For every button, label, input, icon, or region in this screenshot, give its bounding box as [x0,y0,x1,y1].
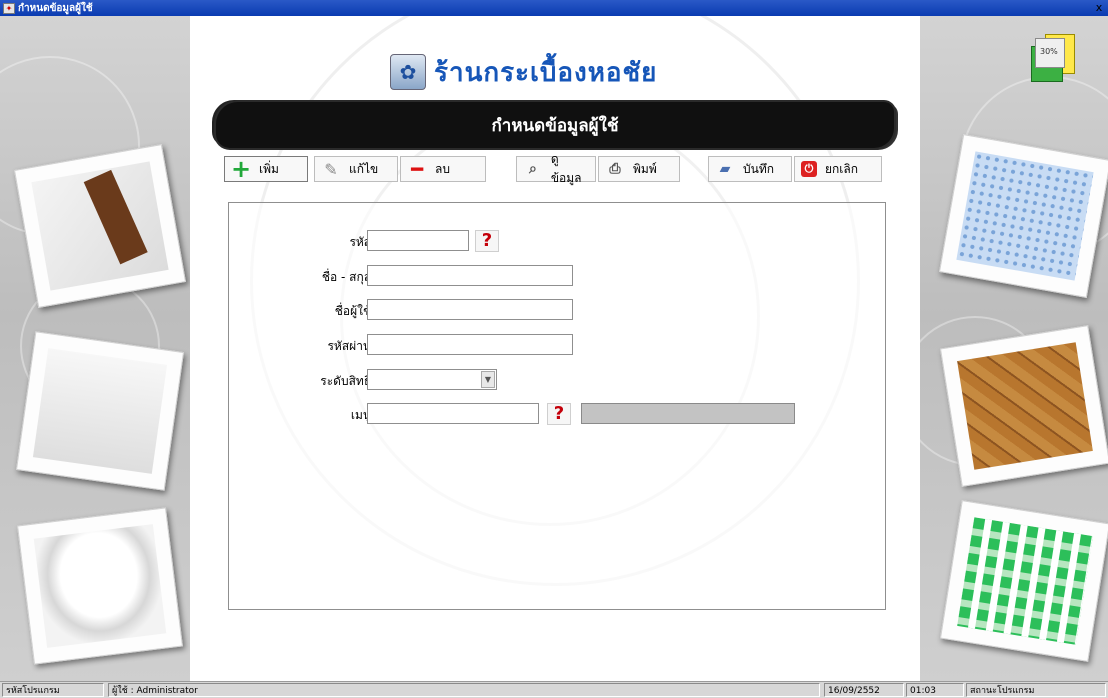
edit-button[interactable]: ✎ แก้ไข [314,156,398,182]
status-time: 01:03 [906,683,964,697]
level-select[interactable]: ▼ [367,369,497,390]
plus-icon: + [230,155,252,183]
password-input[interactable] [367,334,573,355]
toilet-photo [15,331,185,491]
doc-card: 30% [1035,38,1065,68]
main-content: ✿ ร้านกระเบื้องหอชัย กำหนดข้อมูลผู้ใช้ +… [190,16,920,681]
code-row: รหัส : ? [229,230,869,252]
blue-tile-photo [938,134,1108,298]
save-button[interactable]: ▰ บันทึก [708,156,792,182]
status-date: 16/09/2552 [824,683,904,697]
print-button[interactable]: ⎙ พิมพ์ [598,156,680,182]
left-decor-panel [0,16,190,681]
password-row: รหัสผ่าน : [229,334,869,356]
menu-input[interactable] [367,403,539,424]
delete-label: ลบ [435,161,450,176]
edit-label: แก้ไข [349,161,379,176]
view-label: ดูข้อมูล [550,152,582,185]
power-icon: ⏻ [801,161,817,177]
sink-photo [13,144,187,308]
status-program-state: สถานะโปรแกรม [966,683,1106,697]
title-bar: ✦ กำหนดข้อมูลผู้ใช้ x [0,0,1108,16]
app-icon: ✦ [3,2,15,14]
status-user: ผู้ใช้ : Administrator [108,683,820,697]
green-tile-photo [939,500,1108,662]
printer-icon: ⎙ [609,161,621,177]
add-button[interactable]: + เพิ่ม [224,155,308,183]
brand-name: ร้านกระเบื้องหอชัย [434,57,658,88]
username-input[interactable] [367,299,573,320]
fullname-input[interactable] [367,265,573,286]
wood-tile-photo [939,325,1108,487]
cancel-button[interactable]: ⏻ ยกเลิก [794,156,882,182]
close-button[interactable]: x [1093,2,1105,14]
status-program-code: รหัสโปรแกรม [2,683,104,697]
toolbar: + เพิ่ม ✎ แก้ไข ━ ลบ ⌕ ดูข้อมูล ⎙ พิมพ์ … [224,152,884,185]
cancel-label: ยกเลิก [825,161,859,176]
pencil-icon: ✎ [324,159,338,179]
username-row: ชื่อผู้ใช้ : [229,299,869,321]
basin-photo [17,507,183,665]
code-lookup-button[interactable]: ? [475,230,499,252]
add-label: เพิ่ม [259,161,279,176]
menu-row: เมนู : ? [229,403,869,425]
magnifier-icon: ⌕ [529,161,537,177]
page-banner: กำหนดข้อมูลผู้ใช้ [216,102,894,148]
page-title: กำหนดข้อมูลผู้ใช้ [491,115,619,136]
delete-button[interactable]: ━ ลบ [400,156,486,182]
level-row: ระดับสิทธิ : ▼ [229,369,869,391]
save-label: บันทึก [743,161,774,176]
corner-widget[interactable]: 30% [1029,34,1075,86]
right-decor-panel: 30% [920,16,1108,681]
user-form-panel: รหัส : ? ชื่อ - สกุล : ชื่อผู้ใช้ : รหัส… [228,202,886,610]
minus-icon: ━ [410,157,424,181]
widget-text: 30% [1040,47,1058,56]
menu-lookup-button[interactable]: ? [547,403,571,425]
menu-name-display [581,403,795,424]
folder-icon: ▰ [719,161,731,177]
print-label: พิมพ์ [633,161,657,176]
fullname-row: ชื่อ - สกุล : [229,265,869,287]
view-button[interactable]: ⌕ ดูข้อมูล [516,152,596,185]
window-title: กำหนดข้อมูลผู้ใช้ [18,2,93,14]
brand-header: ✿ ร้านกระเบื้องหอชัย [390,52,657,92]
chevron-down-icon[interactable]: ▼ [481,371,495,388]
status-bar: รหัสโปรแกรม ผู้ใช้ : Administrator 16/09… [0,681,1108,698]
brand-logo-icon: ✿ [390,54,426,90]
code-input[interactable] [367,230,469,251]
